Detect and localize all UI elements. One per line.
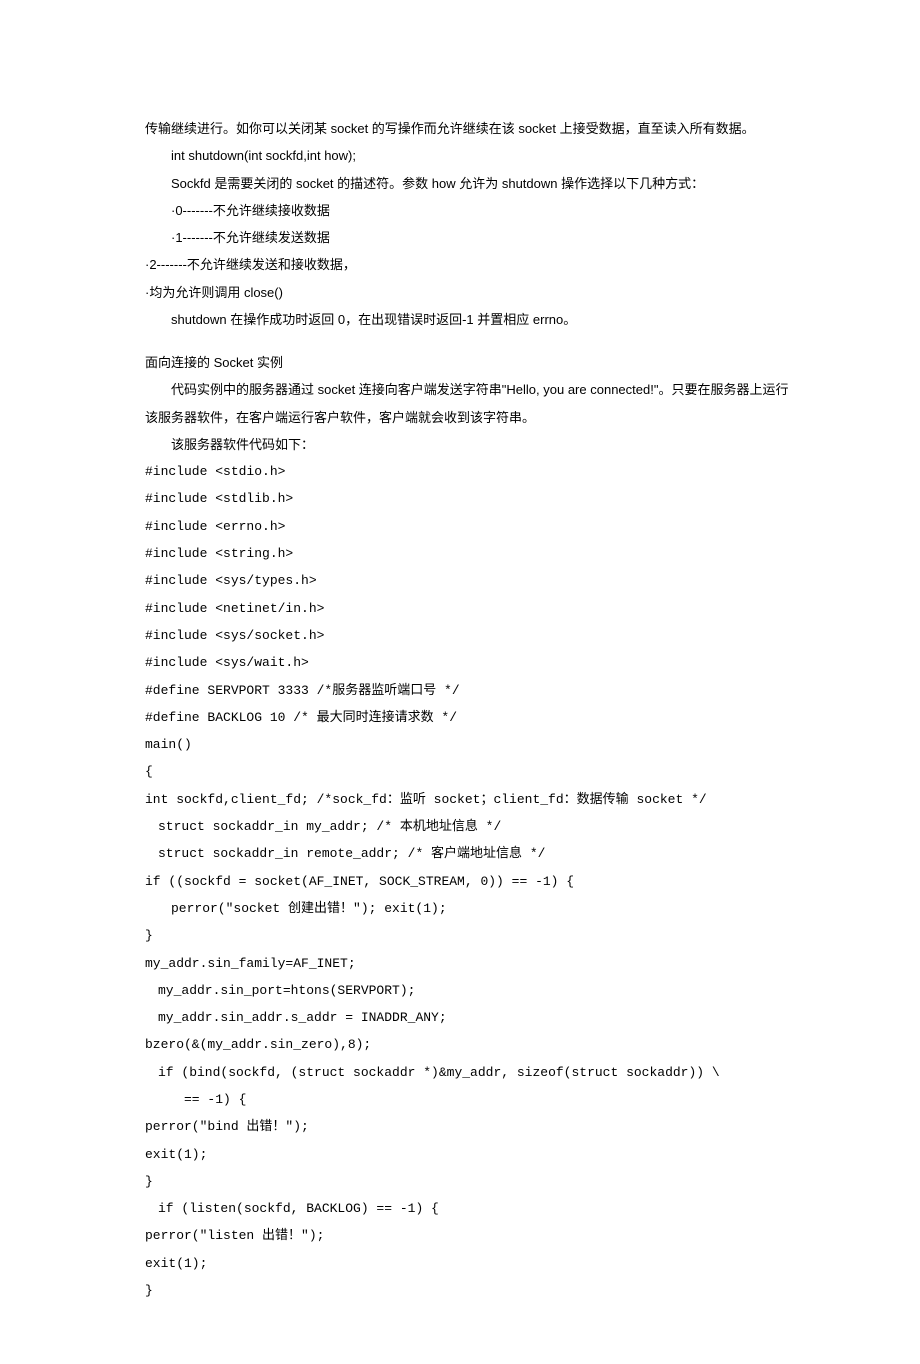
text-line: if (listen(sockfd, BACKLOG) == -1) { <box>145 1195 800 1222</box>
text-line: == -1) { <box>145 1086 800 1113</box>
text-line: if (bind(sockfd, (struct sockaddr *)&my_… <box>145 1059 800 1086</box>
text-line: 该服务器软件代码如下： <box>145 431 800 458</box>
text-line: main() <box>145 731 800 758</box>
text-line: #include <stdio.h> <box>145 458 800 485</box>
text-line: struct sockaddr_in my_addr; /* 本机地址信息 */ <box>145 813 800 840</box>
text-line: #include <sys/wait.h> <box>145 649 800 676</box>
text-line: #include <errno.h> <box>145 513 800 540</box>
text-line: my_addr.sin_addr.s_addr = INADDR_ANY; <box>145 1004 800 1031</box>
text-line: #include <netinet/in.h> <box>145 595 800 622</box>
text-line: #define BACKLOG 10 /* 最大同时连接请求数 */ <box>145 704 800 731</box>
text-line: exit(1); <box>145 1141 800 1168</box>
text-line: } <box>145 1168 800 1195</box>
text-line: 代码实例中的服务器通过 socket 连接向客户端发送字符串"Hello, yo… <box>145 376 800 431</box>
text-line: Sockfd 是需要关闭的 socket 的描述符。参数 how 允许为 shu… <box>145 170 800 197</box>
text-line: 传输继续进行。如你可以关闭某 socket 的写操作而允许继续在该 socket… <box>145 115 800 142</box>
text-line: exit(1); <box>145 1250 800 1277</box>
text-line: bzero(&(my_addr.sin_zero),8); <box>145 1031 800 1058</box>
text-line: ·0-------不允许继续接收数据 <box>145 197 800 224</box>
text-line: 面向连接的 Socket 实例 <box>145 349 800 376</box>
text-line: ·1-------不允许继续发送数据 <box>145 224 800 251</box>
text-line: perror("listen 出错！"); <box>145 1222 800 1249</box>
text-line: } <box>145 1277 800 1304</box>
text-line: #include <sys/socket.h> <box>145 622 800 649</box>
text-line: my_addr.sin_port=htons(SERVPORT); <box>145 977 800 1004</box>
text-line: perror("socket 创建出错！"); exit(1); <box>145 895 800 922</box>
blank-line <box>145 333 800 349</box>
text-line: #define SERVPORT 3333 /*服务器监听端口号 */ <box>145 677 800 704</box>
text-line: ·均为允许则调用 close() <box>145 279 800 306</box>
text-line: int sockfd,client_fd; /*sock_fd：监听 socke… <box>145 786 800 813</box>
text-line: if ((sockfd = socket(AF_INET, SOCK_STREA… <box>145 868 800 895</box>
text-line: int shutdown(int sockfd,int how); <box>145 142 800 169</box>
document-page: 传输继续进行。如你可以关闭某 socket 的写操作而允许继续在该 socket… <box>0 0 920 1364</box>
text-line: shutdown 在操作成功时返回 0，在出现错误时返回-1 并置相应 errn… <box>145 306 800 333</box>
text-line: #include <stdlib.h> <box>145 485 800 512</box>
text-line: } <box>145 922 800 949</box>
text-line: #include <sys/types.h> <box>145 567 800 594</box>
text-line: my_addr.sin_family=AF_INET; <box>145 950 800 977</box>
text-line: { <box>145 758 800 785</box>
text-line: ·2-------不允许继续发送和接收数据， <box>145 251 800 278</box>
text-line: perror("bind 出错！"); <box>145 1113 800 1140</box>
text-line: struct sockaddr_in remote_addr; /* 客户端地址… <box>145 840 800 867</box>
text-line: #include <string.h> <box>145 540 800 567</box>
